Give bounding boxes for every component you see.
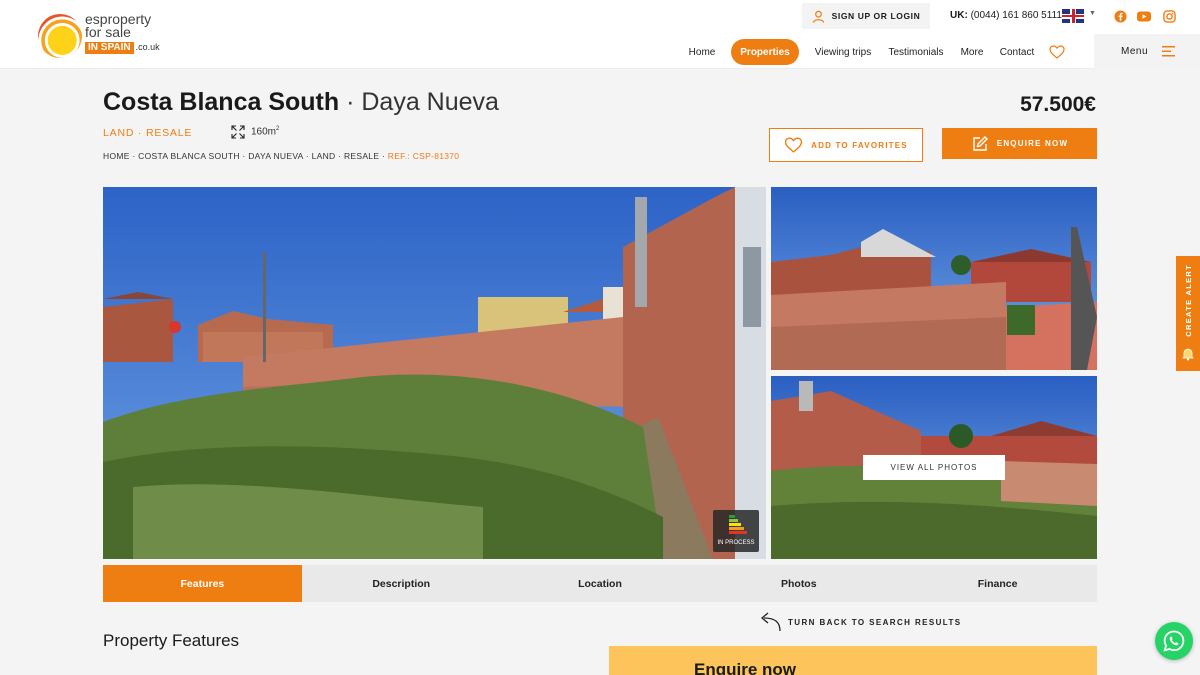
back-arrow-icon bbox=[760, 612, 781, 632]
breadcrumb-path[interactable]: HOME · COSTA BLANCA SOUTH · DAYA NUEVA ·… bbox=[103, 151, 388, 161]
facebook-icon[interactable] bbox=[1113, 9, 1127, 23]
title-town: Daya Nueva bbox=[361, 88, 499, 116]
whatsapp-chat-icon[interactable] bbox=[1155, 622, 1193, 660]
property-photo-thumbnail-1[interactable] bbox=[771, 187, 1097, 370]
tab-photos[interactable]: Photos bbox=[699, 565, 898, 602]
logo-badge: IN SPAIN bbox=[85, 42, 134, 54]
logo-tld: .co.uk bbox=[135, 42, 160, 52]
nav-testimonials[interactable]: Testimonials bbox=[884, 39, 948, 65]
youtube-icon[interactable] bbox=[1137, 9, 1151, 23]
energy-certificate-badge: IN PROCESS bbox=[713, 510, 759, 552]
main-property-photo[interactable] bbox=[103, 187, 766, 559]
add-to-favorites-label: ADD TO FAVORITES bbox=[811, 140, 908, 150]
nav-viewing-trips[interactable]: Viewing trips bbox=[810, 39, 876, 65]
title-separator: · bbox=[339, 88, 362, 116]
property-features-heading: Property Features bbox=[103, 631, 240, 650]
sign-up-login-button[interactable]: SIGN UP OR LOGIN bbox=[802, 3, 930, 29]
breadcrumb[interactable]: HOME · COSTA BLANCA SOUTH · DAYA NUEVA ·… bbox=[103, 151, 459, 161]
hamburger-icon bbox=[1162, 46, 1176, 57]
nav-home[interactable]: Home bbox=[684, 39, 720, 65]
user-icon bbox=[812, 10, 824, 23]
site-logo[interactable]: esproperty for sale IN SPAIN .co.uk bbox=[38, 12, 168, 58]
phone-prefix: UK: bbox=[950, 10, 968, 21]
enquire-now-panel: Enquire now bbox=[609, 646, 1097, 675]
title-region: Costa Blanca South bbox=[103, 88, 340, 116]
tab-location[interactable]: Location bbox=[501, 565, 700, 602]
view-all-photos-button[interactable]: VIEW ALL PHOTOS bbox=[863, 455, 1005, 480]
phone-number[interactable]: UK: (0044) 161 860 5111 bbox=[950, 10, 1062, 21]
add-to-favorites-button[interactable]: ADD TO FAVORITES bbox=[769, 128, 923, 162]
tab-finance[interactable]: Finance bbox=[898, 565, 1097, 602]
sign-up-login-label: SIGN UP OR LOGIN bbox=[831, 11, 921, 21]
property-type: LAND · RESALE bbox=[103, 127, 193, 139]
back-to-search-results-link[interactable]: TURN BACK TO SEARCH RESULTS bbox=[760, 611, 962, 633]
menu-button[interactable]: Menu bbox=[1094, 34, 1200, 69]
area-value: 160m bbox=[251, 126, 277, 138]
sun-logo-icon bbox=[38, 14, 82, 58]
enquire-now-label: ENQUIRE NOW bbox=[996, 139, 1069, 148]
create-alert-label: CREATE ALERT bbox=[1183, 264, 1193, 337]
reference-code: REF.: CSP-81370 bbox=[387, 151, 460, 161]
page-title: Costa Blanca South · Daya Nueva bbox=[103, 88, 499, 117]
tab-description[interactable]: Description bbox=[302, 565, 501, 602]
tab-features[interactable]: Features bbox=[103, 565, 302, 602]
area-unit-superscript: 2 bbox=[276, 126, 280, 133]
enquire-now-button[interactable]: ENQUIRE NOW bbox=[942, 128, 1097, 159]
menu-label: Menu bbox=[1121, 46, 1149, 57]
expand-arrows-icon bbox=[231, 125, 245, 139]
bell-icon bbox=[1182, 348, 1194, 361]
property-price: 57.500€ bbox=[1020, 93, 1096, 116]
instagram-icon[interactable] bbox=[1162, 9, 1176, 23]
nav-properties[interactable]: Properties bbox=[731, 39, 799, 65]
property-area: 160m2 bbox=[231, 125, 279, 139]
energy-rating-icon bbox=[729, 515, 747, 534]
edit-icon bbox=[973, 135, 988, 151]
back-to-search-results-label: TURN BACK TO SEARCH RESULTS bbox=[788, 617, 962, 627]
create-alert-tab[interactable]: CREATE ALERT bbox=[1176, 256, 1200, 371]
energy-certificate-label: IN PROCESS bbox=[717, 540, 755, 546]
enquire-now-heading: Enquire now bbox=[694, 660, 796, 675]
heart-icon bbox=[784, 137, 803, 153]
nav-more[interactable]: More bbox=[956, 39, 988, 65]
favorites-heart-icon[interactable] bbox=[1047, 39, 1067, 65]
chevron-down-icon[interactable]: ▼ bbox=[1089, 10, 1096, 17]
uk-flag-icon[interactable] bbox=[1062, 9, 1084, 23]
phone-number-value: (0044) 161 860 5111 bbox=[970, 10, 1062, 21]
property-tabs: Features Description Location Photos Fin… bbox=[103, 565, 1097, 602]
site-header: esproperty for sale IN SPAIN .co.uk SIGN … bbox=[0, 0, 1200, 69]
nav-contact[interactable]: Contact bbox=[994, 39, 1040, 65]
logo-wordmark: esproperty for sale IN SPAIN .co.uk bbox=[85, 12, 160, 54]
logo-line-2: for sale bbox=[85, 24, 131, 40]
